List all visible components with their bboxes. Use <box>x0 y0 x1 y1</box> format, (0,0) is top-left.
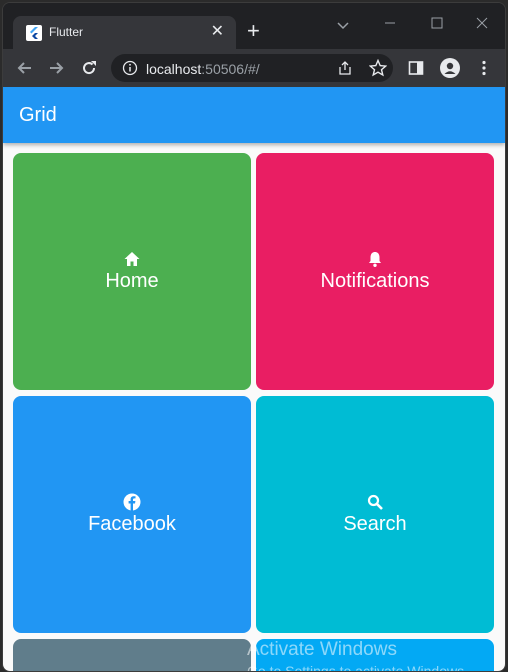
minimize-icon[interactable] <box>380 13 400 33</box>
flutter-page: Grid Home Notifications Facebook Search … <box>3 87 505 671</box>
site-info-icon[interactable] <box>122 60 138 76</box>
side-panel-icon[interactable] <box>408 60 424 76</box>
close-tab-icon[interactable]: ✕ <box>211 24 224 40</box>
search-tile[interactable]: Search <box>256 396 494 633</box>
window-close-icon[interactable] <box>472 13 492 33</box>
share-icon[interactable] <box>337 60 353 76</box>
kebab-menu-icon[interactable] <box>475 59 493 77</box>
address-bar[interactable]: localhost:50506/#/ <box>111 54 393 82</box>
bell-icon <box>369 252 381 267</box>
bookmark-star-icon[interactable] <box>369 59 387 77</box>
facebook-tile[interactable]: Facebook <box>13 396 251 633</box>
tab-strip: Flutter ✕ + <box>3 3 505 49</box>
search-icon <box>367 494 383 510</box>
chevron-down-icon[interactable] <box>335 17 351 33</box>
new-tab-button[interactable]: + <box>247 20 260 42</box>
browser-toolbar: localhost:50506/#/ <box>3 49 505 87</box>
back-arrow-icon[interactable] <box>15 58 35 78</box>
tile-label: Search <box>343 513 407 535</box>
profile-avatar-icon[interactable] <box>440 58 460 78</box>
partial-tile-gray[interactable] <box>13 639 251 671</box>
tab-flutter[interactable]: Flutter ✕ <box>13 16 236 49</box>
watermark-title: Activate Windows <box>247 639 397 660</box>
reload-icon[interactable] <box>79 58 99 78</box>
home-tile[interactable]: Home <box>13 153 251 390</box>
browser-window: Flutter ✕ + localhost:50506/#/ Grid Home… <box>2 2 506 672</box>
forward-arrow-icon[interactable] <box>46 58 66 78</box>
url-path: :50506/#/ <box>201 61 260 77</box>
url-host: localhost <box>146 61 202 77</box>
tab-title: Flutter <box>49 25 84 39</box>
url-text: localhost:50506/#/ <box>146 61 260 77</box>
tile-label: Facebook <box>88 513 176 535</box>
page-title: Grid <box>19 104 57 126</box>
app-bar: Grid <box>3 87 505 143</box>
maximize-icon[interactable] <box>427 13 447 33</box>
facebook-icon <box>123 493 141 511</box>
flutter-logo-icon <box>26 25 42 41</box>
notifications-tile[interactable]: Notifications <box>256 153 494 390</box>
tile-label: Notifications <box>320 270 430 292</box>
tile-label: Home <box>105 270 159 292</box>
windows-activation-watermark: Activate Windows Go to Settings to activ… <box>247 639 468 671</box>
watermark-subtitle: Go to Settings to activate Windows. <box>247 663 468 671</box>
home-icon <box>124 252 140 266</box>
